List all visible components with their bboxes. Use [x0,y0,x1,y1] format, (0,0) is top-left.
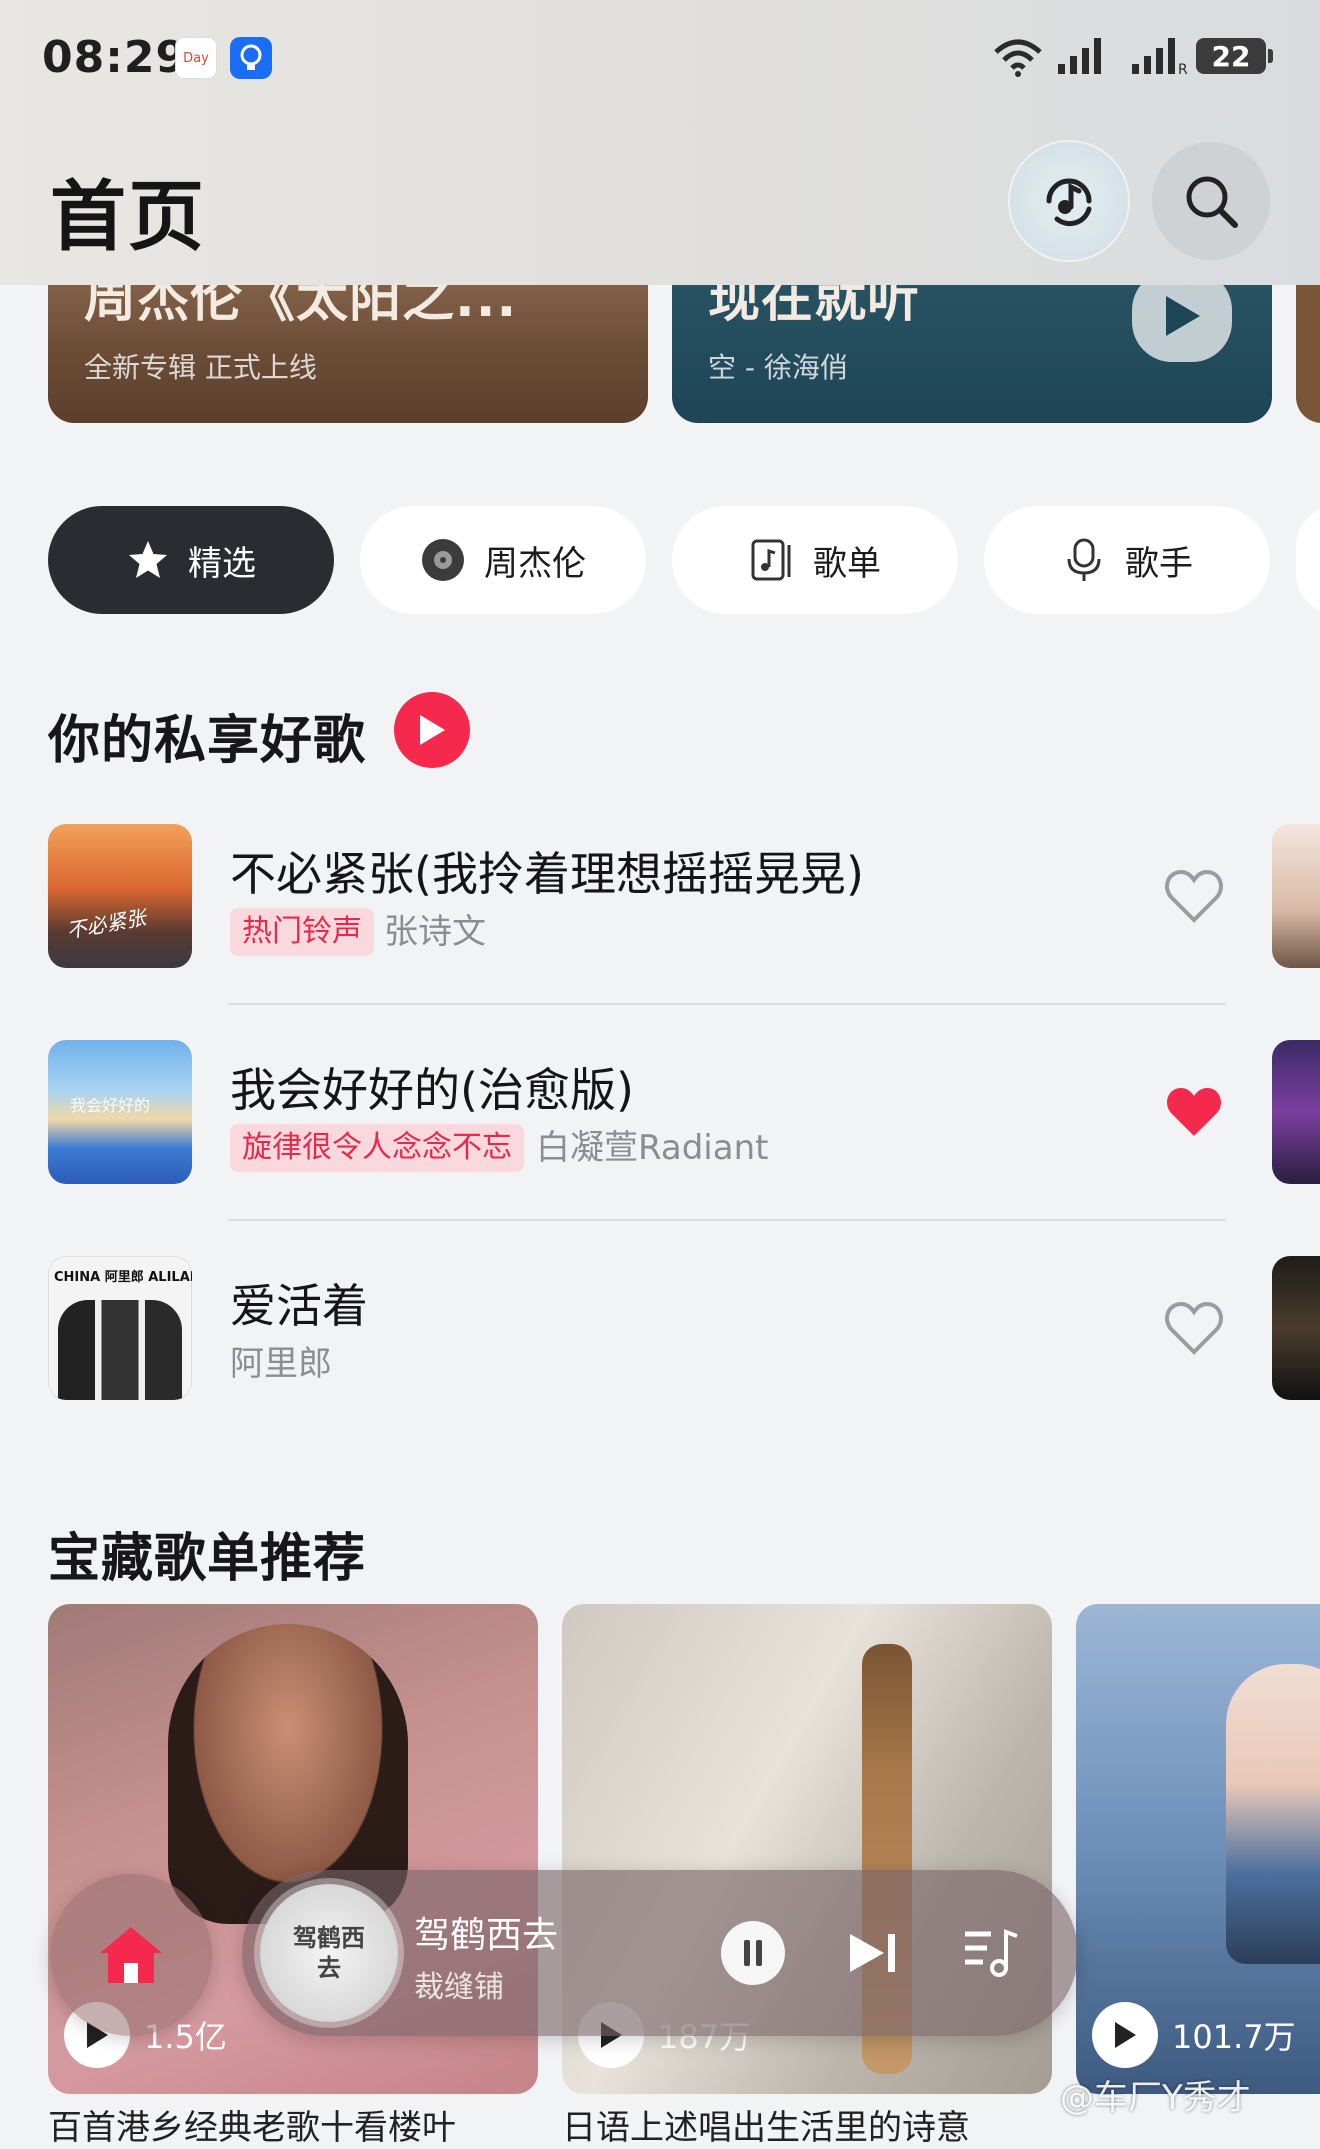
disc-label: 驾鹤西去 [293,1924,365,1982]
vinyl-icon [422,539,464,581]
song-row[interactable]: 我会好好的 我会好好的(治愈版) 旋律很令人念念不忘 白凝萱Radiant [48,1040,1228,1186]
mini-player[interactable]: 驾鹤西去 驾鹤西去 裁缝铺 [242,1870,1078,2036]
heart-outline-icon[interactable] [1164,868,1224,924]
home-icon [100,1927,162,1983]
wifi-icon [994,39,1042,77]
song-title: 我会好好的(治愈版) [230,1063,634,1117]
song-tag: 旋律很令人念念不忘 [230,1124,524,1172]
next-track-button[interactable] [838,1918,908,1988]
heart-outline-icon[interactable] [1164,1300,1224,1356]
signal-icon [1058,38,1101,74]
battery-indicator: 22 [1196,38,1266,74]
chip-label: 精选 [188,543,256,584]
playlist-card[interactable]: 101.7万 [1076,1604,1320,2094]
chip-featured[interactable]: 精选 [48,506,334,614]
song-cover: 不必紧张 [48,824,192,968]
chip-label: 歌手 [1125,543,1193,584]
heart-filled-icon[interactable] [1164,1084,1224,1140]
section-title-private-songs: 你的私享好歌 [48,711,367,771]
watermark: @车厂Y秀才 [1060,2078,1251,2118]
song-title: 爱活着 [230,1279,368,1333]
star-icon [129,541,167,578]
song-title: 不必紧张(我拎着理想摇摇晃晃) [230,847,864,901]
music-recognition-icon [1046,178,1092,227]
day-app-icon: Day [176,38,216,78]
playlist-icon [751,539,791,581]
playlist-caption: 百首港乡经典老歌十看楼叶 [48,2108,456,2148]
chip-label: 周杰伦 [484,543,586,584]
song-peek-cover[interactable] [1272,824,1320,968]
song-divider [228,1003,1226,1005]
song-row[interactable]: 不必紧张 不必紧张(我拎着理想摇摇晃晃) 热门铃声 张诗文 [48,824,1228,970]
song-row[interactable]: CHINA 阿里郎 ALILANG 爱活着 阿里郎 [48,1256,1228,1402]
song-artist: 白凝萱Radiant [536,1128,769,1168]
song-artist: 阿里郎 [230,1344,332,1384]
play-icon [1115,2022,1136,2048]
play-icon [420,715,445,745]
cover-text: 不必紧张 [64,905,148,943]
chip-label: 歌单 [813,543,881,584]
song-artist: 张诗文 [384,912,486,952]
play-all-button[interactable] [394,692,470,768]
now-playing-title: 驾鹤西去 [414,1915,559,1956]
home-nav-button[interactable] [50,1874,212,2036]
battery-tip [1268,49,1273,63]
cover-text: CHINA 阿里郎 ALILANG [54,1270,192,1285]
signal-roaming-icon: R [1132,38,1188,76]
microphone-icon [1067,538,1101,581]
banner-subtitle: 空 - 徐海俏 [708,351,848,384]
svg-text:R: R [1178,62,1188,76]
section-title-playlists: 宝藏歌单推荐 [48,1529,367,1589]
play-icon [1166,296,1200,336]
lightbulb-icon [230,37,272,79]
song-peek-cover[interactable] [1272,1040,1320,1184]
cover-figures [58,1300,182,1400]
chip-next-peek[interactable] [1296,506,1320,614]
song-cover: 我会好好的 [48,1040,192,1184]
pause-icon [721,1921,785,1985]
music-recognition-button[interactable] [1010,142,1128,260]
playlist-play-count: 101.7万 [1172,2018,1296,2056]
song-cover: CHINA 阿里郎 ALILANG [48,1256,192,1400]
status-time: 08:29 [42,32,188,83]
now-playing-artist: 裁缝铺 [414,1970,504,2005]
playlist-play-button[interactable] [1092,2002,1158,2068]
song-divider [228,1219,1226,1221]
search-button[interactable] [1152,142,1270,260]
chip-artists[interactable]: 歌手 [984,506,1270,614]
next-icon [850,1934,895,1972]
now-playing-disc: 驾鹤西去 [260,1884,398,2022]
queue-icon [965,1929,1018,1977]
playlist-cover-art [1226,1664,1320,1964]
chip-jay-chou[interactable]: 周杰伦 [360,506,646,614]
playlist-caption: 日语上述唱出生活里的诗意 [562,2108,970,2148]
cover-text: 我会好好的 [70,1096,151,1115]
song-tag: 热门铃声 [230,908,374,956]
page-title: 首页 [50,172,206,261]
banner-subtitle: 全新专辑 正式上线 [84,351,317,384]
play-queue-button[interactable] [956,1918,1026,1988]
search-icon [1186,176,1238,228]
song-peek-cover[interactable] [1272,1256,1320,1400]
chip-playlists[interactable]: 歌单 [672,506,958,614]
pause-button[interactable] [718,1918,788,1988]
top-header: 08:29 Day R 22 首页 [0,0,1320,285]
